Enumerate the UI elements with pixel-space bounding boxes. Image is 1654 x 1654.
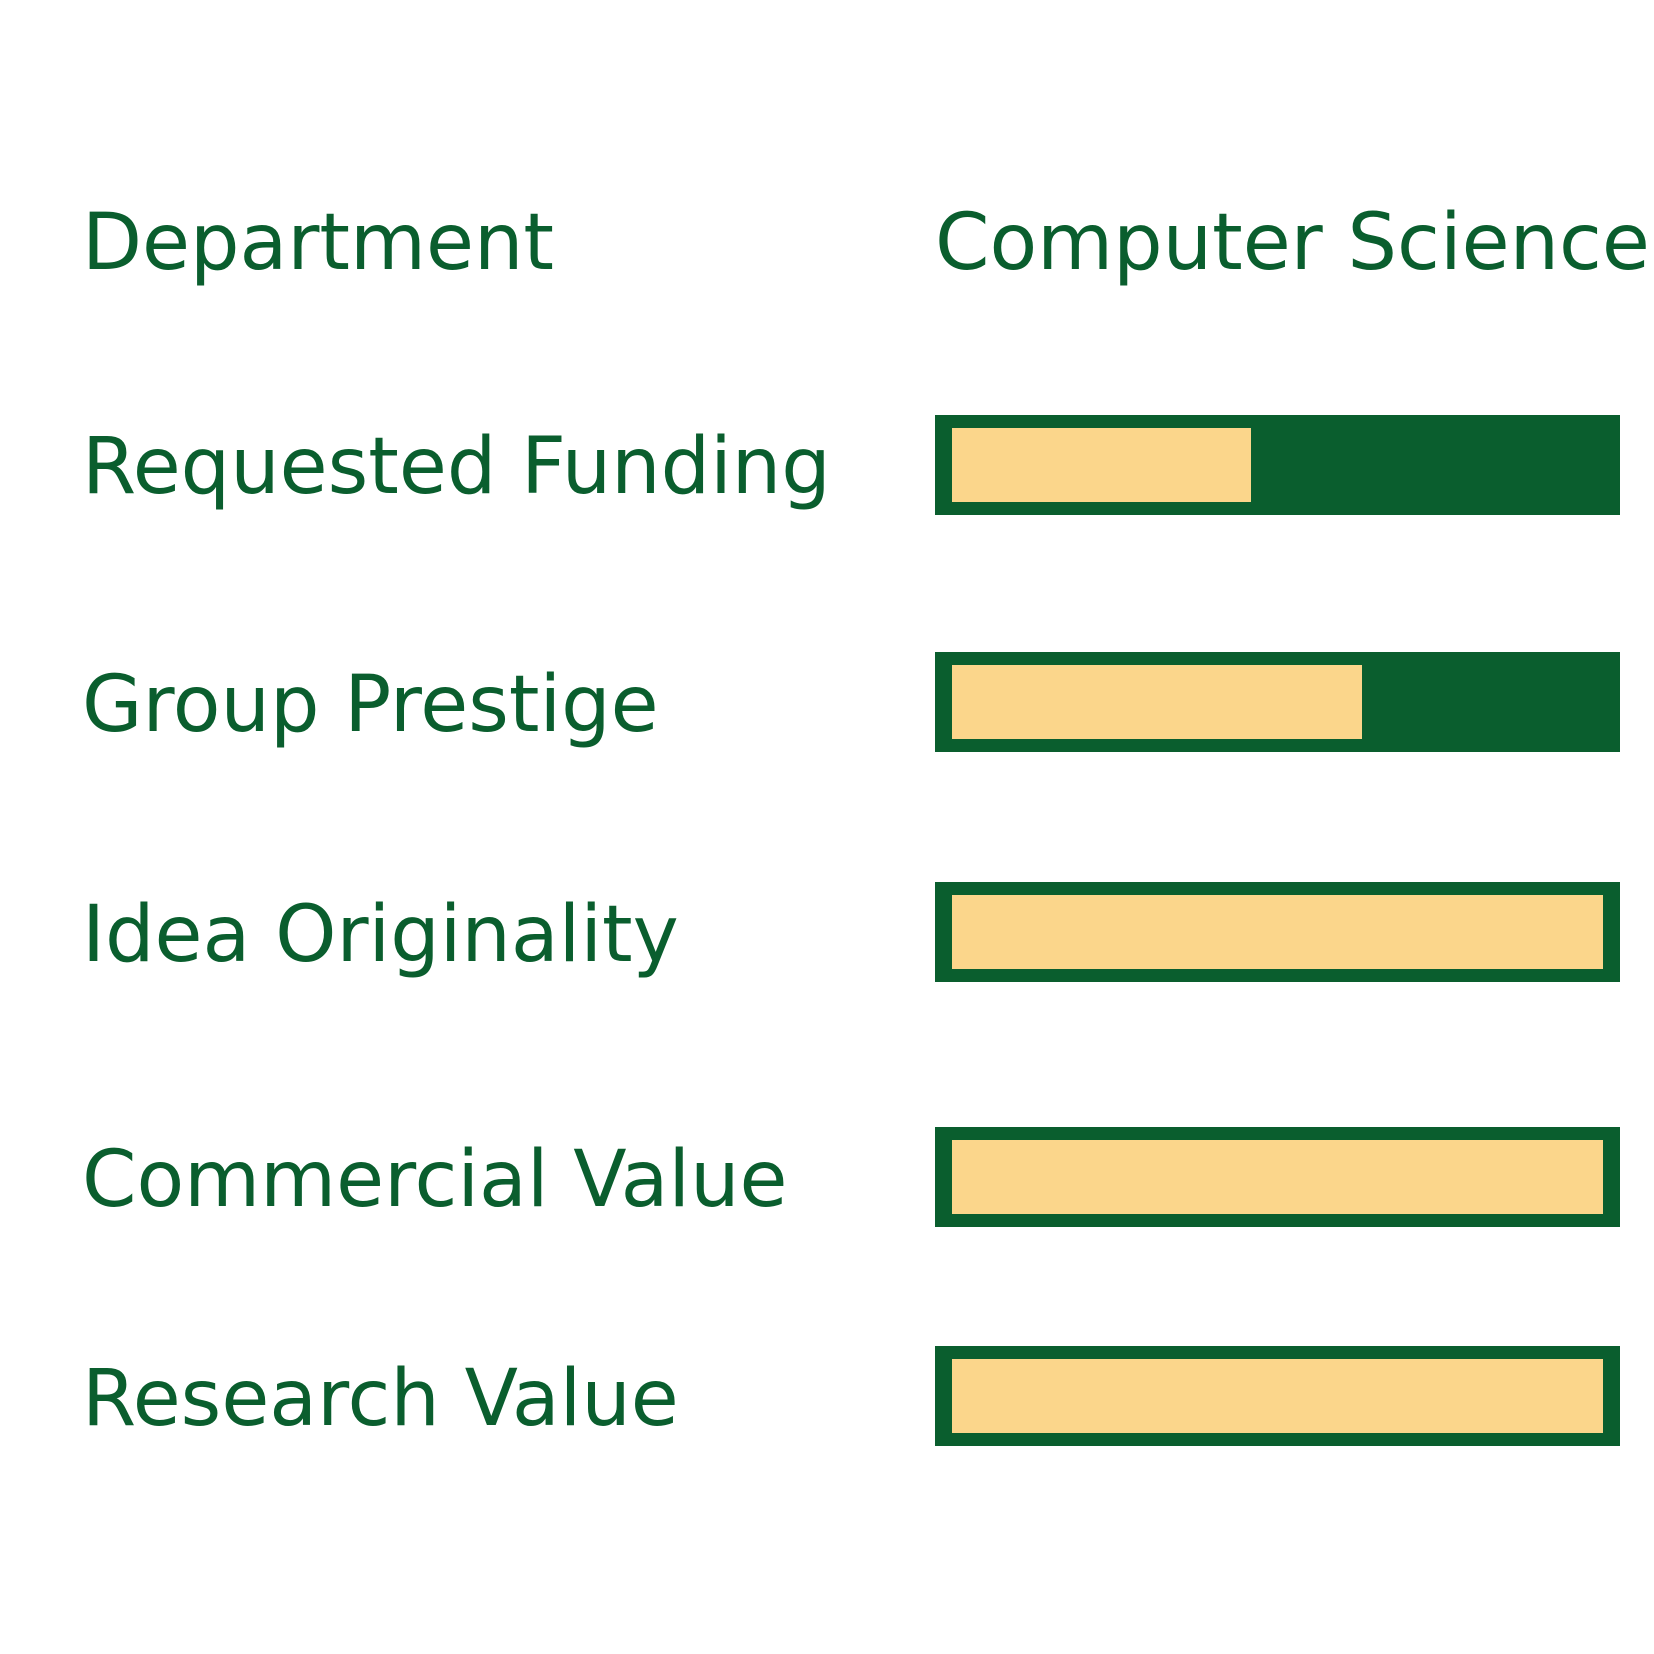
category-label-idea-originality: Idea Originality [82, 890, 679, 980]
category-label-commercial-value: Commercial Value [82, 1135, 788, 1225]
bar-fill-research-value [952, 1359, 1603, 1433]
bar-fill-commercial-value [952, 1140, 1603, 1214]
bar-track-research-value [935, 1346, 1620, 1446]
header-value: Computer Science [935, 198, 1650, 288]
bar-fill-idea-originality [952, 895, 1603, 969]
bar-track-group-prestige [935, 652, 1620, 752]
header-label: Department [82, 198, 554, 288]
bar-fill-group-prestige [952, 665, 1362, 739]
bar-track-requested-funding [935, 415, 1620, 515]
category-label-group-prestige: Group Prestige [82, 660, 659, 750]
category-label-research-value: Research Value [82, 1354, 679, 1444]
bar-track-commercial-value [935, 1127, 1620, 1227]
bar-track-idea-originality [935, 882, 1620, 982]
bar-fill-requested-funding [952, 428, 1251, 502]
category-label-requested-funding: Requested Funding [82, 422, 831, 512]
